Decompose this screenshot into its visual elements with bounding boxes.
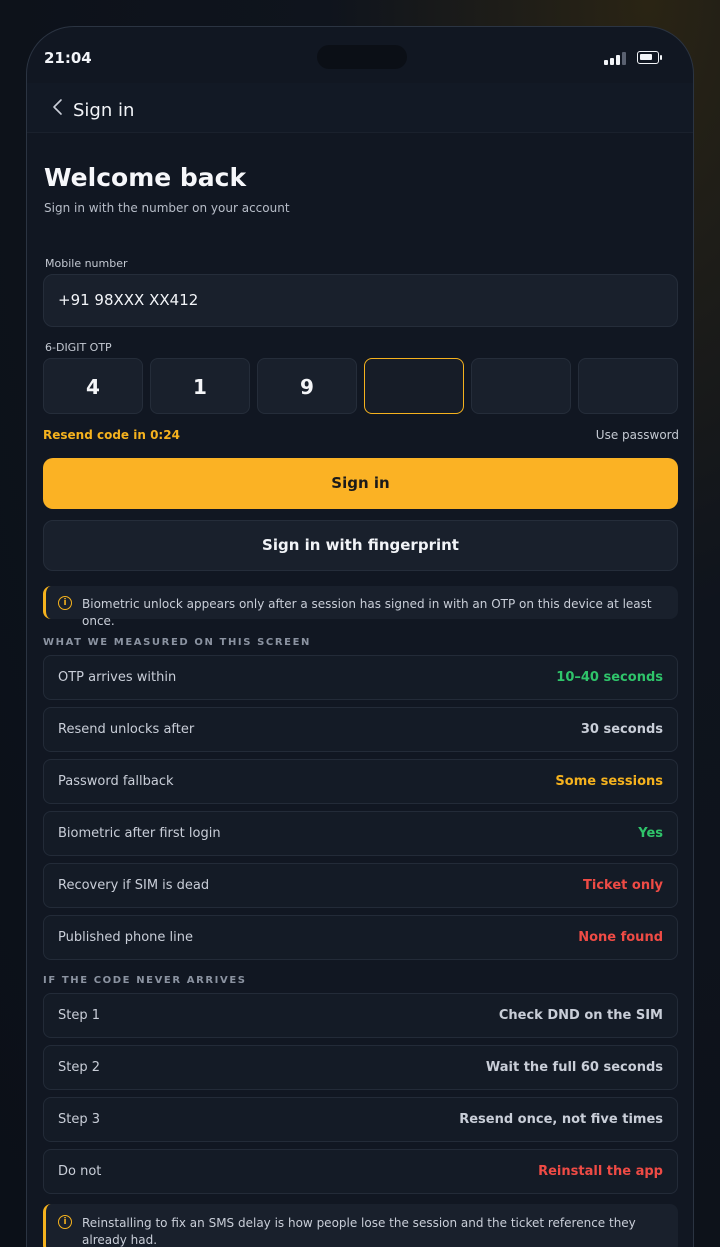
measured-row: Biometric after first login Yes xyxy=(43,811,678,856)
phone-frame: 21:04 Sign in Welcome back Sign in with … xyxy=(26,26,694,1247)
never-arrives-row: Step 1 Check DND on the SIM xyxy=(43,993,678,1038)
measured-row: Resend unlocks after 30 seconds xyxy=(43,707,678,752)
biometric-notice-text: Biometric unlock appears only after a se… xyxy=(82,597,652,628)
page-title: Welcome back xyxy=(44,163,247,192)
use-password-link[interactable]: Use password xyxy=(596,428,679,442)
measured-row: OTP arrives within 10–40 seconds xyxy=(43,655,678,700)
measured-row: Password fallback Some sessions xyxy=(43,759,678,804)
measured-row: Published phone line None found xyxy=(43,915,678,960)
fingerprint-sign-in-button[interactable]: Sign in with fingerprint xyxy=(43,520,678,571)
status-time: 21:04 xyxy=(44,49,92,67)
reinstall-notice: i Reinstalling to fix an SMS delay is ho… xyxy=(43,1204,678,1247)
signal-icon xyxy=(604,51,630,65)
measured-row-label: Published phone line xyxy=(58,930,193,945)
otp-input-row: 4 1 9 xyxy=(43,358,679,414)
sign-in-button[interactable]: Sign in xyxy=(43,458,678,509)
biometric-notice: i Biometric unlock appears only after a … xyxy=(43,586,678,628)
measured-row-value: 30 seconds xyxy=(580,722,663,737)
nav-title: Sign in xyxy=(73,100,135,121)
never-arrives-row-value: Wait the full 60 seconds xyxy=(485,1060,663,1075)
measured-row-value: None found xyxy=(578,930,663,945)
never-arrives-row-label: Step 2 xyxy=(58,1060,101,1075)
measured-row: Recovery if SIM is dead Ticket only xyxy=(43,863,678,908)
mobile-number-input[interactable]: +91 98XXX XX412 xyxy=(43,274,678,327)
never-arrives-row-value: Resend once, not five times xyxy=(459,1112,663,1127)
never-arrives-section-title: IF THE CODE NEVER ARRIVES xyxy=(43,975,247,986)
camera-notch xyxy=(317,45,407,69)
otp-digit-5[interactable] xyxy=(471,358,571,414)
measured-section-title: WHAT WE MEASURED ON THIS SCREEN xyxy=(43,637,311,648)
battery-icon xyxy=(637,51,662,64)
never-arrives-row-value: Reinstall the app xyxy=(538,1164,663,1179)
never-arrives-row: Step 3 Resend once, not five times xyxy=(43,1097,678,1142)
measured-row-value: Yes xyxy=(638,826,663,841)
measured-row-label: OTP arrives within xyxy=(58,670,177,685)
otp-digit-1[interactable]: 4 xyxy=(43,358,143,414)
measured-row-label: Password fallback xyxy=(58,774,174,789)
never-arrives-row: Do not Reinstall the app xyxy=(43,1149,678,1194)
top-nav-bar: Sign in xyxy=(27,83,693,133)
back-chevron-icon[interactable] xyxy=(49,97,69,117)
otp-digit-4[interactable] xyxy=(364,358,464,414)
measured-row-value: 10–40 seconds xyxy=(556,670,663,685)
info-icon: i xyxy=(58,596,72,610)
info-icon: i xyxy=(58,1215,72,1229)
mobile-number-label: Mobile number xyxy=(45,257,128,270)
reinstall-notice-text: Reinstalling to fix an SMS delay is how … xyxy=(82,1216,636,1247)
never-arrives-row: Step 2 Wait the full 60 seconds xyxy=(43,1045,678,1090)
never-arrives-row-label: Do not xyxy=(58,1164,102,1179)
page-subtitle: Sign in with the number on your account xyxy=(44,201,290,215)
status-bar: 21:04 xyxy=(27,27,693,83)
otp-label: 6-DIGIT OTP xyxy=(45,341,112,354)
otp-digit-6[interactable] xyxy=(578,358,678,414)
measured-row-label: Recovery if SIM is dead xyxy=(58,878,210,893)
otp-digit-2[interactable]: 1 xyxy=(150,358,250,414)
resend-countdown: Resend code in 0:24 xyxy=(43,428,180,442)
never-arrives-row-label: Step 3 xyxy=(58,1112,101,1127)
measured-row-label: Biometric after first login xyxy=(58,826,221,841)
otp-digit-3[interactable]: 9 xyxy=(257,358,357,414)
never-arrives-row-label: Step 1 xyxy=(58,1008,101,1023)
never-arrives-row-value: Check DND on the SIM xyxy=(498,1008,663,1023)
measured-row-value: Some sessions xyxy=(555,774,663,789)
measured-row-value: Ticket only xyxy=(583,878,663,893)
measured-row-label: Resend unlocks after xyxy=(58,722,195,737)
